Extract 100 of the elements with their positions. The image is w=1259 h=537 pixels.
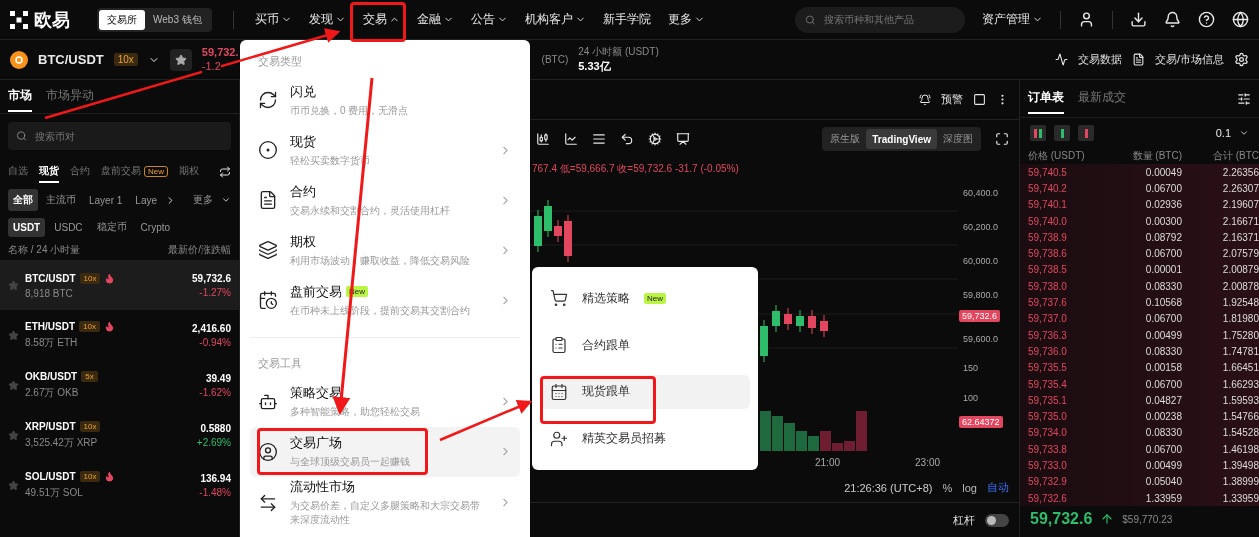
star-icon[interactable] bbox=[8, 379, 19, 391]
alert-button[interactable]: 预警 bbox=[941, 92, 963, 107]
download-icon[interactable] bbox=[1130, 11, 1147, 28]
nav-menu-item[interactable]: 买币 bbox=[254, 11, 292, 28]
column-header[interactable]: 名称 / 24 小时量 bbox=[8, 243, 81, 257]
fullscreen-icon[interactable] bbox=[995, 132, 1009, 146]
category-tab[interactable]: 合约 bbox=[70, 161, 90, 183]
nav-menu-item[interactable]: 新手学院 bbox=[602, 11, 651, 28]
ask-row[interactable]: 59,735.0 0.00238 1.54766 bbox=[1020, 408, 1259, 425]
list-icon[interactable] bbox=[592, 132, 606, 146]
candle-icon[interactable] bbox=[536, 132, 550, 146]
mode-tab[interactable]: Web3 钱包 bbox=[145, 9, 210, 30]
undo-icon[interactable] bbox=[620, 132, 634, 146]
market-row[interactable]: SOL/USDT 10x 49.51万 SOL 136.94 -1.48% bbox=[0, 460, 239, 510]
quote-chip[interactable]: 稳定币 bbox=[91, 216, 132, 238]
settings-icon[interactable] bbox=[1234, 52, 1249, 67]
pair-price: 39.49 bbox=[205, 372, 231, 384]
ask-row[interactable]: 59,740.5 0.00049 2.26356 bbox=[1020, 164, 1259, 181]
market-row[interactable]: ETH/USDT 10x 8.58万 ETH 2,416.60 -0.94% bbox=[0, 310, 239, 360]
ask-row[interactable]: 59,738.6 0.06700 2.07579 bbox=[1020, 245, 1259, 262]
template-icon[interactable] bbox=[676, 132, 690, 146]
trading-data-link[interactable]: 交易数据 bbox=[1077, 52, 1122, 67]
quote-chip[interactable]: USDC bbox=[49, 217, 88, 237]
ask-row[interactable]: 59,735.1 0.04827 1.59593 bbox=[1020, 392, 1259, 409]
pair-search-field[interactable]: 搜索币对 bbox=[8, 122, 231, 150]
nav-menu-item[interactable]: 公告 bbox=[470, 11, 508, 28]
market-info-link[interactable]: 交易/市场信息 bbox=[1154, 52, 1224, 67]
submenu-item[interactable]: 合约跟单 bbox=[540, 328, 750, 363]
market-row[interactable]: OKB/USDT 5x 2.67万 OKB 39.49 -1.62% bbox=[0, 360, 239, 410]
window-icon[interactable] bbox=[973, 93, 986, 106]
category-tab[interactable]: 盘前交易 New bbox=[101, 161, 168, 183]
sector-chip[interactable]: 全部 bbox=[8, 189, 38, 211]
more-dropdown[interactable]: 更多 bbox=[188, 189, 218, 211]
menu-item[interactable]: 闪兑 币币兑换，0 费用，无滑点 bbox=[250, 75, 520, 125]
chart-view-tab[interactable]: TradingView bbox=[866, 129, 937, 149]
star-icon[interactable] bbox=[8, 479, 19, 491]
menu-item[interactable]: 流动性市场 为交易价差，自定义多腿策略和大宗交易带来深度流动性 bbox=[250, 476, 520, 529]
quote-chip[interactable]: USDT bbox=[8, 217, 46, 237]
ask-row[interactable]: 59,737.6 0.10568 1.92548 bbox=[1020, 294, 1259, 311]
nav-menu-item[interactable]: 更多 bbox=[667, 11, 705, 28]
bids-view-icon[interactable] bbox=[1054, 125, 1070, 141]
ask-row[interactable]: 59,733.0 0.00499 1.39498 bbox=[1020, 457, 1259, 474]
scale-option[interactable]: log bbox=[962, 481, 977, 494]
user-icon[interactable] bbox=[1078, 11, 1095, 28]
submenu-item[interactable]: 精英交易员招募 bbox=[540, 421, 750, 456]
ask-price: 59,738.0 bbox=[1028, 280, 1068, 292]
help-icon[interactable] bbox=[1198, 11, 1215, 28]
nav-menu-item[interactable]: 金融 bbox=[416, 11, 454, 28]
sector-chip[interactable]: Laye bbox=[130, 190, 163, 210]
sector-chip[interactable]: 主流币 bbox=[41, 189, 81, 211]
sector-chip[interactable]: Layer 1 bbox=[84, 190, 128, 210]
user-plus-icon bbox=[550, 429, 568, 448]
indicator-icon[interactable] bbox=[564, 132, 578, 146]
ask-row[interactable]: 59,733.8 0.06700 1.46198 bbox=[1020, 441, 1259, 458]
search-input[interactable]: 搜索币种和其他产品 bbox=[821, 13, 955, 26]
ask-row[interactable]: 59,736.0 0.08330 1.74781 bbox=[1020, 343, 1259, 360]
asset-menu[interactable]: 资产管理 bbox=[982, 11, 1043, 28]
market-tab[interactable]: 市场异动 bbox=[46, 81, 94, 112]
caret-icon[interactable] bbox=[221, 195, 231, 205]
leverage-toggle[interactable] bbox=[985, 513, 1009, 527]
globe-icon[interactable] bbox=[1232, 11, 1249, 28]
market-tab[interactable]: 市场 bbox=[8, 81, 32, 112]
settings-icon[interactable] bbox=[648, 132, 662, 146]
category-tab[interactable]: 自选 bbox=[8, 161, 28, 183]
submenu-item[interactable]: 现货跟单 bbox=[540, 374, 750, 409]
star-icon[interactable] bbox=[8, 279, 19, 291]
column-header[interactable]: 最新价/涨跌幅 bbox=[168, 243, 231, 257]
star-icon[interactable] bbox=[8, 329, 19, 341]
bell-icon[interactable] bbox=[1164, 11, 1181, 28]
tick-size-dropdown[interactable]: 0.1 bbox=[1215, 127, 1231, 139]
scale-option[interactable]: % bbox=[942, 481, 953, 494]
star-icon[interactable] bbox=[8, 429, 19, 441]
sliders-icon[interactable] bbox=[1237, 91, 1251, 106]
caret-icon[interactable] bbox=[1239, 128, 1249, 138]
nav-menu-item[interactable]: 发现 bbox=[308, 11, 346, 28]
market-row[interactable]: BTC/USDT 10x 8,918 BTC 59,732.6 -1.27% bbox=[0, 260, 239, 310]
ask-row[interactable]: 59,740.2 0.06700 2.26307 bbox=[1020, 180, 1259, 197]
category-tab[interactable]: 期权 bbox=[179, 161, 199, 183]
category-tab[interactable]: 现货 bbox=[39, 161, 59, 183]
mode-tab[interactable]: 交易所 bbox=[99, 9, 145, 30]
chart-view-tab[interactable]: 深度图 bbox=[937, 129, 979, 149]
order-book-tab[interactable]: 最新成交 bbox=[1078, 83, 1126, 114]
pair-search-input[interactable]: 搜索币对 bbox=[33, 129, 223, 143]
asks-view-icon[interactable] bbox=[1078, 125, 1094, 141]
submenu-item[interactable]: 精选策略 New bbox=[540, 281, 750, 316]
ask-row[interactable]: 59,738.0 0.08330 2.00878 bbox=[1020, 278, 1259, 295]
chart-view-tab[interactable]: 原生版 bbox=[824, 129, 867, 149]
swap-icon[interactable] bbox=[219, 166, 231, 178]
market-row[interactable]: XRP/USDT 10x 3,525.42万 XRP 0.5880 +2.69% bbox=[0, 410, 239, 460]
search-field[interactable]: 搜索币种和其他产品 bbox=[795, 6, 965, 33]
favorite-button[interactable] bbox=[169, 48, 192, 71]
menu-item[interactable]: 期权 利用市场波动，赚取收益，降低交易风险 bbox=[250, 225, 520, 275]
scale-option[interactable]: 自动 bbox=[987, 480, 1009, 495]
nav-menu-item[interactable]: 机构客户 bbox=[524, 11, 586, 28]
order-book-tab[interactable]: 订单表 bbox=[1028, 83, 1064, 114]
nav-menu-item[interactable]: 交易 bbox=[362, 11, 400, 28]
both-sides-view-icon[interactable] bbox=[1030, 125, 1046, 141]
quote-chip[interactable]: Crypto bbox=[135, 217, 176, 237]
menu-item-title: 期权 bbox=[290, 232, 316, 251]
ask-row[interactable]: 59,738.9 0.08792 2.16371 bbox=[1020, 229, 1259, 246]
